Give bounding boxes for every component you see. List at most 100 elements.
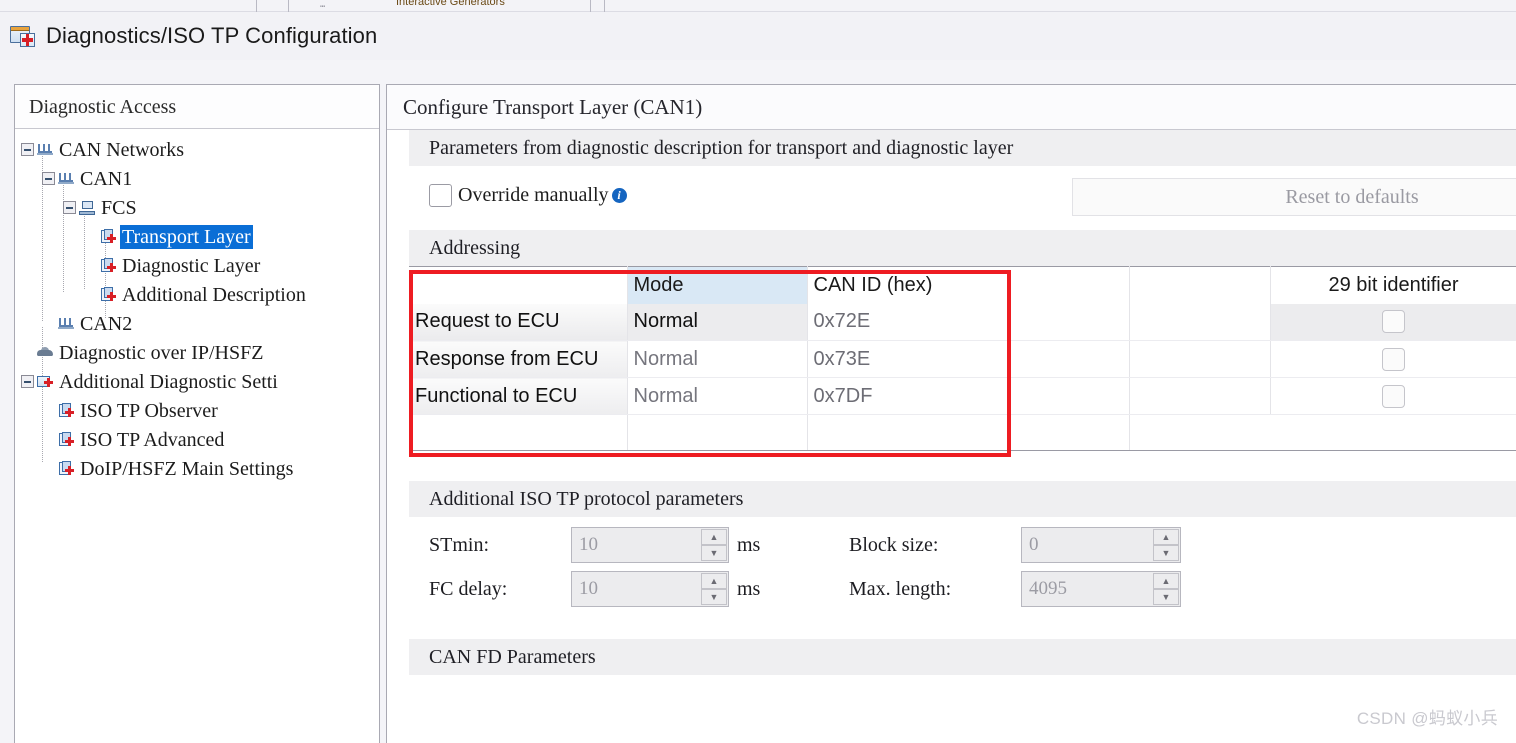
fcdelay-spinner[interactable]: 10 ▲ ▼: [571, 571, 729, 607]
tree-body: CAN Networks CAN1 FCS Transport Layer Diagno…: [15, 129, 379, 483]
tree-item-fcs[interactable]: FCS: [15, 193, 379, 222]
cell-can-id[interactable]: 0x72E: [807, 303, 1130, 341]
fcdelay-value: 10: [579, 578, 598, 599]
stmin-label: STmin:: [429, 533, 490, 556]
iso-params-section: Additional ISO TP protocol parameters: [409, 481, 1516, 517]
table-filler-row: [409, 414, 1516, 451]
tree-item-can2[interactable]: CAN2: [15, 309, 379, 338]
document-icon: [99, 228, 117, 245]
info-icon[interactable]: i: [611, 187, 627, 203]
tree-item-label: ISO TP Observer: [80, 399, 218, 422]
ecu-icon: [78, 200, 96, 216]
override-row: Override manually i Reset to defaults: [409, 166, 1516, 224]
tree-item-iso-tp-advanced[interactable]: ISO TP Advanced: [15, 425, 379, 454]
document-icon: [57, 402, 75, 419]
cell-can-id[interactable]: 0x7DF: [807, 377, 1130, 415]
tree-item-additional-description[interactable]: Additional Description: [15, 280, 379, 309]
fcdelay-spinner-buttons[interactable]: ▲ ▼: [701, 573, 727, 605]
cell-mode[interactable]: Normal: [627, 340, 808, 378]
maxlength-spinner[interactable]: 4095 ▲ ▼: [1021, 571, 1181, 607]
tree-collapse-icon[interactable]: [63, 201, 76, 214]
col-header-name: [409, 266, 628, 304]
reset-to-defaults-button[interactable]: Reset to defaults: [1072, 178, 1516, 216]
maxlength-row: Max. length: 4095 ▲ ▼: [849, 571, 1181, 607]
vehicle-icon: [36, 345, 54, 361]
cell-can-id[interactable]: 0x73E: [807, 340, 1130, 378]
blocksize-spinner-buttons[interactable]: ▲ ▼: [1153, 529, 1179, 561]
tree-item-iso-tp-observer[interactable]: ISO TP Observer: [15, 396, 379, 425]
addressing-section: Addressing: [409, 230, 1516, 266]
canfd-section: CAN FD Parameters: [409, 639, 1516, 675]
stmin-up-arrow-icon[interactable]: ▲: [701, 529, 727, 545]
table-header-row: Mode CAN ID (hex) 29 bit identifier: [409, 266, 1516, 304]
tree-item-doip-hsfz-main-settings[interactable]: DoIP/HSFZ Main Settings: [15, 454, 379, 483]
tree-collapse-icon[interactable]: [21, 143, 34, 156]
29bit-identifier-checkbox[interactable]: [1382, 384, 1405, 408]
table-row[interactable]: Response from ECU Normal 0x73E: [409, 340, 1516, 378]
29bit-identifier-checkbox[interactable]: [1382, 310, 1405, 334]
29bit-identifier-checkbox[interactable]: [1382, 347, 1405, 371]
tree-item-label: Additional Description: [122, 283, 306, 306]
document-icon: [57, 460, 75, 477]
network-icon: [57, 171, 75, 187]
cell-row-name: Request to ECU: [409, 303, 628, 341]
cell-gap: [1129, 377, 1271, 415]
blocksize-spinner[interactable]: 0 ▲ ▼: [1021, 527, 1181, 563]
cell-gap: [1129, 340, 1271, 378]
window-titlebar: Diagnostics/ISO TP Configuration: [0, 12, 1516, 60]
strip-dots-icon: ⋯: [320, 2, 326, 12]
table-row[interactable]: Functional to ECU Normal 0x7DF: [409, 377, 1516, 415]
app-root: ⋯ Interactive Generators Diagnostics/ISO…: [0, 0, 1516, 743]
tree-item-additional-diagnostic-setti[interactable]: Additional Diagnostic Setti: [15, 367, 379, 396]
override-manually-checkbox[interactable]: [429, 183, 452, 207]
cell-mode[interactable]: Normal: [627, 303, 808, 341]
stmin-unit: ms: [737, 533, 761, 556]
cell-29bit: [1270, 377, 1516, 415]
tree-collapse-icon[interactable]: [21, 375, 34, 388]
blocksize-up-arrow-icon[interactable]: ▲: [1153, 529, 1179, 545]
cell-empty: [1270, 414, 1516, 451]
document-icon: [57, 431, 75, 448]
fcdelay-row: FC delay: 10 ▲ ▼ ms: [429, 571, 760, 607]
table-row[interactable]: Request to ECU Normal 0x72E: [409, 303, 1516, 341]
tree-collapse-icon[interactable]: [42, 172, 55, 185]
stmin-down-arrow-icon[interactable]: ▼: [701, 545, 727, 561]
maxlength-down-arrow-icon[interactable]: ▼: [1153, 589, 1179, 605]
tree-item-transport-layer[interactable]: Transport Layer: [15, 222, 379, 251]
blocksize-label: Block size:: [849, 533, 939, 556]
window-title: Diagnostics/ISO TP Configuration: [46, 23, 378, 48]
main-content: Diagnostic Access CAN Networks CAN1 FCS Tra…: [14, 84, 1516, 743]
strip-fragment-label: Interactive Generators: [396, 0, 505, 8]
cell-empty: [409, 414, 628, 451]
stmin-row: STmin: 10 ▲ ▼ ms: [429, 527, 760, 563]
tree-item-diagnostic-layer[interactable]: Diagnostic Layer: [15, 251, 379, 280]
tree-item-label: Additional Diagnostic Setti: [59, 370, 278, 393]
tree-item-can1[interactable]: CAN1: [15, 164, 379, 193]
diagnostics-config-icon: [10, 24, 36, 48]
tree-item-label: ISO TP Advanced: [80, 428, 225, 451]
network-icon: [57, 316, 75, 332]
override-manually-label: Override manually: [458, 183, 609, 206]
stmin-spinner[interactable]: 10 ▲ ▼: [571, 527, 729, 563]
tree-item-label: CAN2: [80, 312, 133, 335]
strip-separator-1: [256, 0, 257, 12]
fcdelay-down-arrow-icon[interactable]: ▼: [701, 589, 727, 605]
maxlength-up-arrow-icon[interactable]: ▲: [1153, 573, 1179, 589]
blocksize-down-arrow-icon[interactable]: ▼: [1153, 545, 1179, 561]
tree-item-diagnostic-over-ip-hsfz[interactable]: Diagnostic over IP/HSFZ: [15, 338, 379, 367]
canfd-section-header: CAN FD Parameters: [409, 639, 1516, 675]
iso-params-grid: STmin: 10 ▲ ▼ ms FC delay: 10 ▲ ▼ ms Blo…: [409, 517, 1516, 637]
maxlength-spinner-buttons[interactable]: ▲ ▼: [1153, 573, 1179, 605]
diagnostic-access-tree-pane: Diagnostic Access CAN Networks CAN1 FCS Tra…: [14, 84, 380, 743]
stmin-spinner-buttons[interactable]: ▲ ▼: [701, 529, 727, 561]
maxlength-value: 4095: [1029, 578, 1067, 599]
maxlength-label: Max. length:: [849, 577, 952, 600]
cell-29bit: [1270, 303, 1516, 341]
tree-item-can-networks[interactable]: CAN Networks: [15, 135, 379, 164]
params-section: Parameters from diagnostic description f…: [409, 130, 1516, 224]
tree-item-label: CAN1: [80, 167, 133, 190]
cell-mode[interactable]: Normal: [627, 377, 808, 415]
tree-item-label: Transport Layer: [120, 224, 253, 249]
document-icon: [99, 286, 117, 303]
fcdelay-up-arrow-icon[interactable]: ▲: [701, 573, 727, 589]
